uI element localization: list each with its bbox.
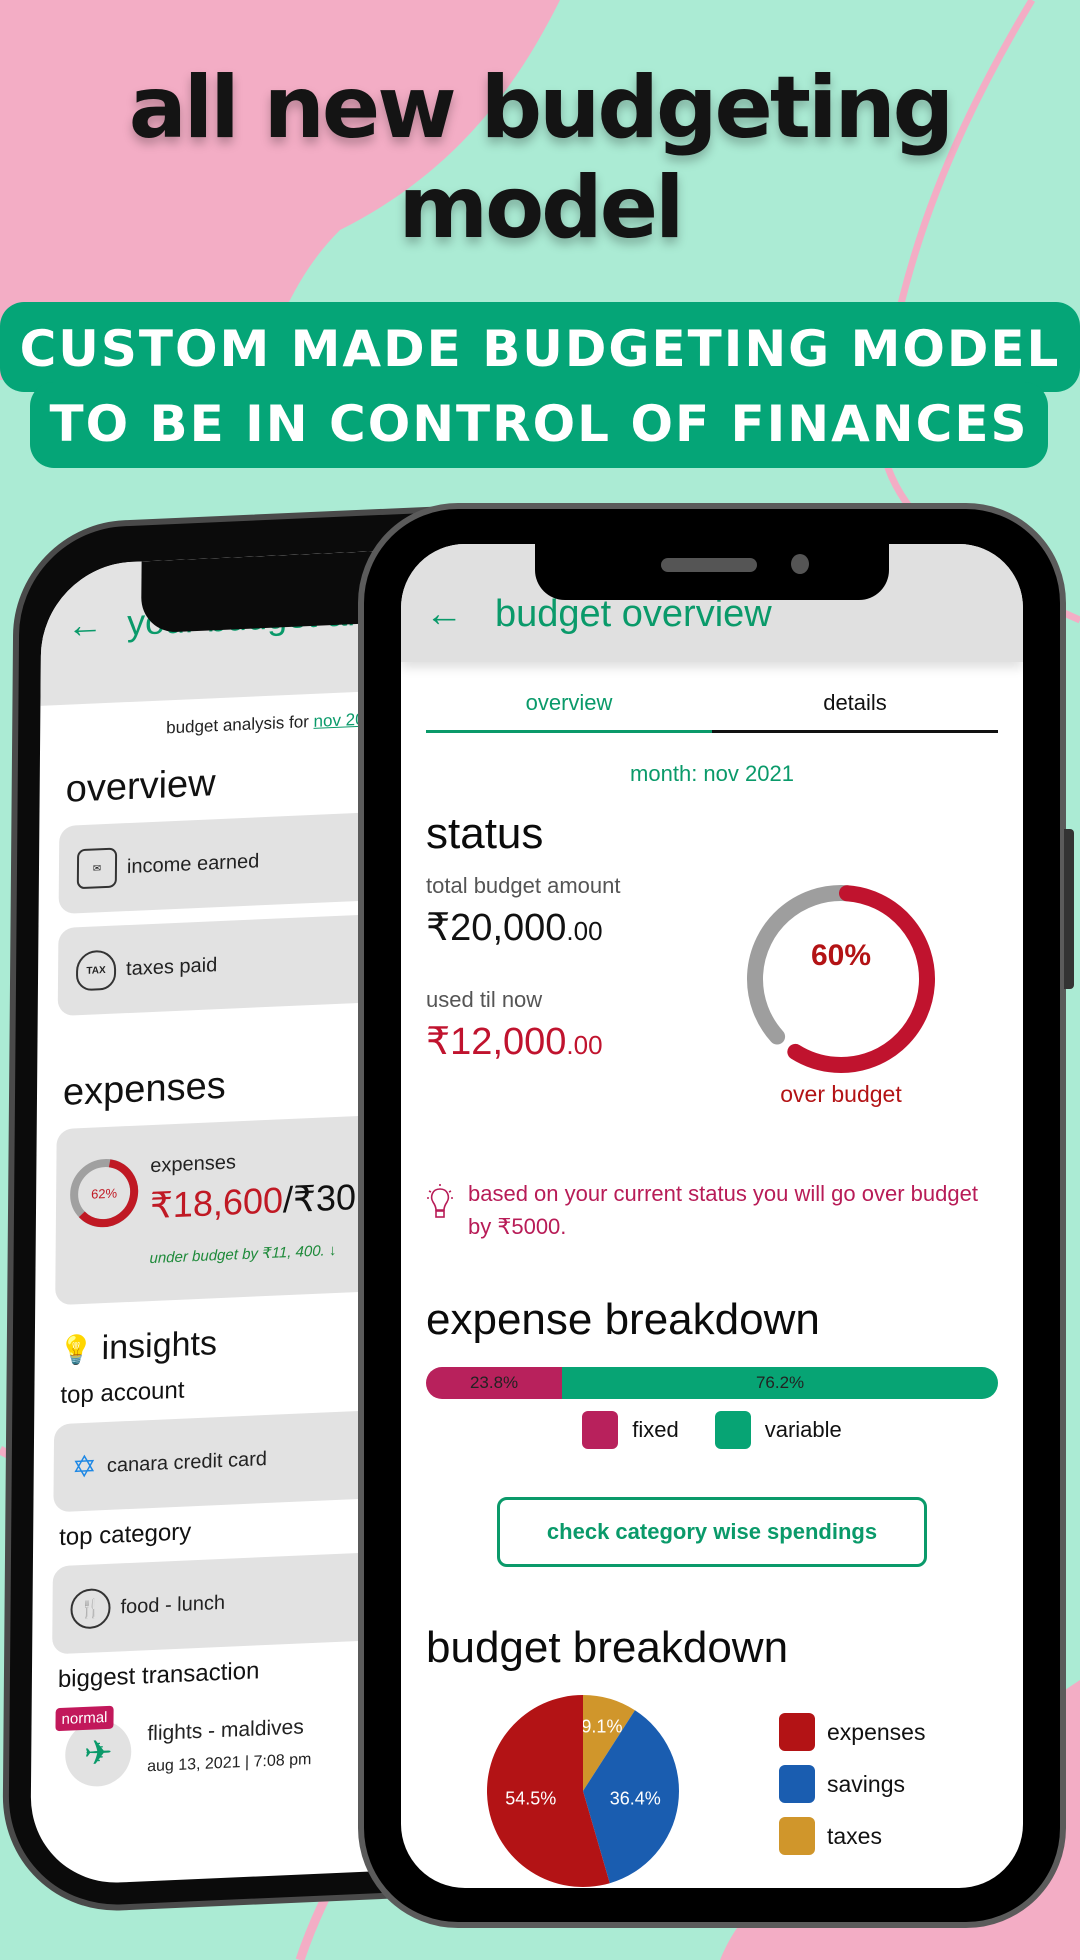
expense-breakdown-bar: 23.8% 76.2% [426,1367,998,1399]
amount-separator: / [282,1178,294,1221]
transaction-name: flights - maldives [147,1715,304,1746]
canara-logo-icon: ✡ [71,1449,98,1485]
expenses-label: expenses [150,1151,237,1178]
used-label: used til now [426,987,543,1012]
used-amount: ₹12,000.00 [426,1019,603,1064]
legend-item-fixed: fixed [582,1411,679,1449]
front-camera [791,554,809,574]
legend-swatch-savings [779,1765,815,1803]
transaction-date: aug 13, 2021 [147,1754,241,1776]
used-amount-main: ₹12,000 [426,1021,567,1063]
used-amount-decimals: .00 [566,1030,603,1060]
overview-item-label: income earned [126,849,260,878]
transaction-datetime: aug 13, 2021 | 7:08 pm [147,1751,312,1776]
front-phone-notch [535,544,889,600]
spent-amount: ₹18,600 [149,1179,284,1227]
headline-line-1: all new budgeting [128,58,954,158]
legend-item-savings: savings [779,1765,925,1803]
legend-swatch-expenses [779,1713,815,1751]
legend-item-variable: variable [714,1411,842,1449]
legend-item-expenses: expenses [779,1713,925,1751]
bar-label-variable: 76.2% [755,1373,805,1392]
transaction-type-badge: normal [55,1705,114,1732]
expense-breakdown-heading: expense breakdown [426,1295,820,1344]
legend-swatch-taxes [779,1817,815,1855]
bar-segment-variable: 76.2% [562,1367,998,1399]
budget-breakdown-chart: 9.1% 36.4% 54.5% expenses savings taxes [401,1673,1023,1887]
legend-label-variable: variable [764,1417,842,1442]
food-icon: 🍴 [70,1587,111,1630]
side-button [1064,829,1074,989]
expenses-gauge: 62% [70,1159,139,1228]
insights-title: insights [101,1324,218,1368]
front-phone: ← budget overview overview details month… [358,503,1074,1928]
tab-details[interactable]: details [712,690,998,733]
transaction-time: 7:08 pm [253,1751,312,1771]
top-account-label: canara credit card [106,1447,268,1477]
legend-swatch-variable [714,1411,751,1449]
tax-bag-icon: TAX [75,949,117,992]
gauge-percent: 60% [810,939,872,972]
lightbulb-icon: 💡 [58,1333,94,1367]
subtitle-prefix: budget analysis for [166,712,309,738]
total-budget-label: total budget amount [426,873,621,898]
headline: all new budgeting model [0,58,1080,258]
legend-label-savings: savings [827,1770,905,1797]
pie-label-taxes: 9.1% [581,1717,622,1737]
lightbulb-icon [426,1177,458,1243]
under-budget-text: under budget by ₹11, 400. ↓ [149,1241,337,1268]
headline-line-2: model [398,158,684,258]
pie-label-savings: 36.4% [610,1789,661,1809]
total-budget-amount: ₹20,000.00 [426,905,603,950]
bar-segment-fixed: 23.8% [426,1367,563,1399]
front-phone-screen: ← budget overview overview details month… [401,544,1023,1888]
month-label[interactable]: month: nov 2021 [401,761,1023,787]
legend-label-fixed: fixed [632,1417,679,1442]
legend-label-expenses: expenses [827,1718,926,1745]
total-amount-main: ₹20,000 [426,907,567,949]
budget-breakdown-heading: budget breakdown [426,1623,789,1672]
budget-gauge [747,885,935,1073]
tab-overview[interactable]: overview [426,690,712,733]
check-category-spendings-button[interactable]: check category wise spendings [497,1497,927,1567]
gauge-caption: over budget [780,1081,902,1107]
tip-text: based on your current status you will go… [468,1181,978,1239]
legend-label-taxes: taxes [827,1822,882,1849]
top-category-label: food - lunch [120,1591,226,1618]
budget-pie: 9.1% 36.4% 54.5% [487,1695,679,1887]
speaker-grille [661,558,757,572]
status-heading: status [426,809,544,858]
pie-label-expenses: 54.5% [505,1788,556,1808]
gauge-track [747,885,935,1073]
pie-legend: expenses savings taxes [779,1713,925,1855]
legend-item-taxes: taxes [779,1817,925,1855]
bar-label-fixed: 23.8% [469,1373,519,1392]
total-amount-decimals: .00 [566,916,603,946]
gauge-percent: 62% [91,1186,118,1202]
arrow-left-icon[interactable]: ← [67,603,103,646]
expense-legend: fixed variable [401,1411,1023,1449]
status-section: total budget amount ₹20,000.00 used til … [401,859,1023,1149]
tab-bar: overview details [426,690,998,733]
arrow-left-icon[interactable]: ← [425,593,485,636]
status-tip: based on your current status you will go… [426,1177,998,1243]
overview-item-label: taxes paid [125,953,218,980]
income-envelope-icon: ✉ [76,847,118,890]
banner-line-2: TO BE IN CONTROL OF FINANCES [30,382,1048,468]
legend-swatch-fixed [582,1411,619,1449]
banner-line-1: CUSTOM MADE BUDGETING MODEL [0,302,1080,392]
